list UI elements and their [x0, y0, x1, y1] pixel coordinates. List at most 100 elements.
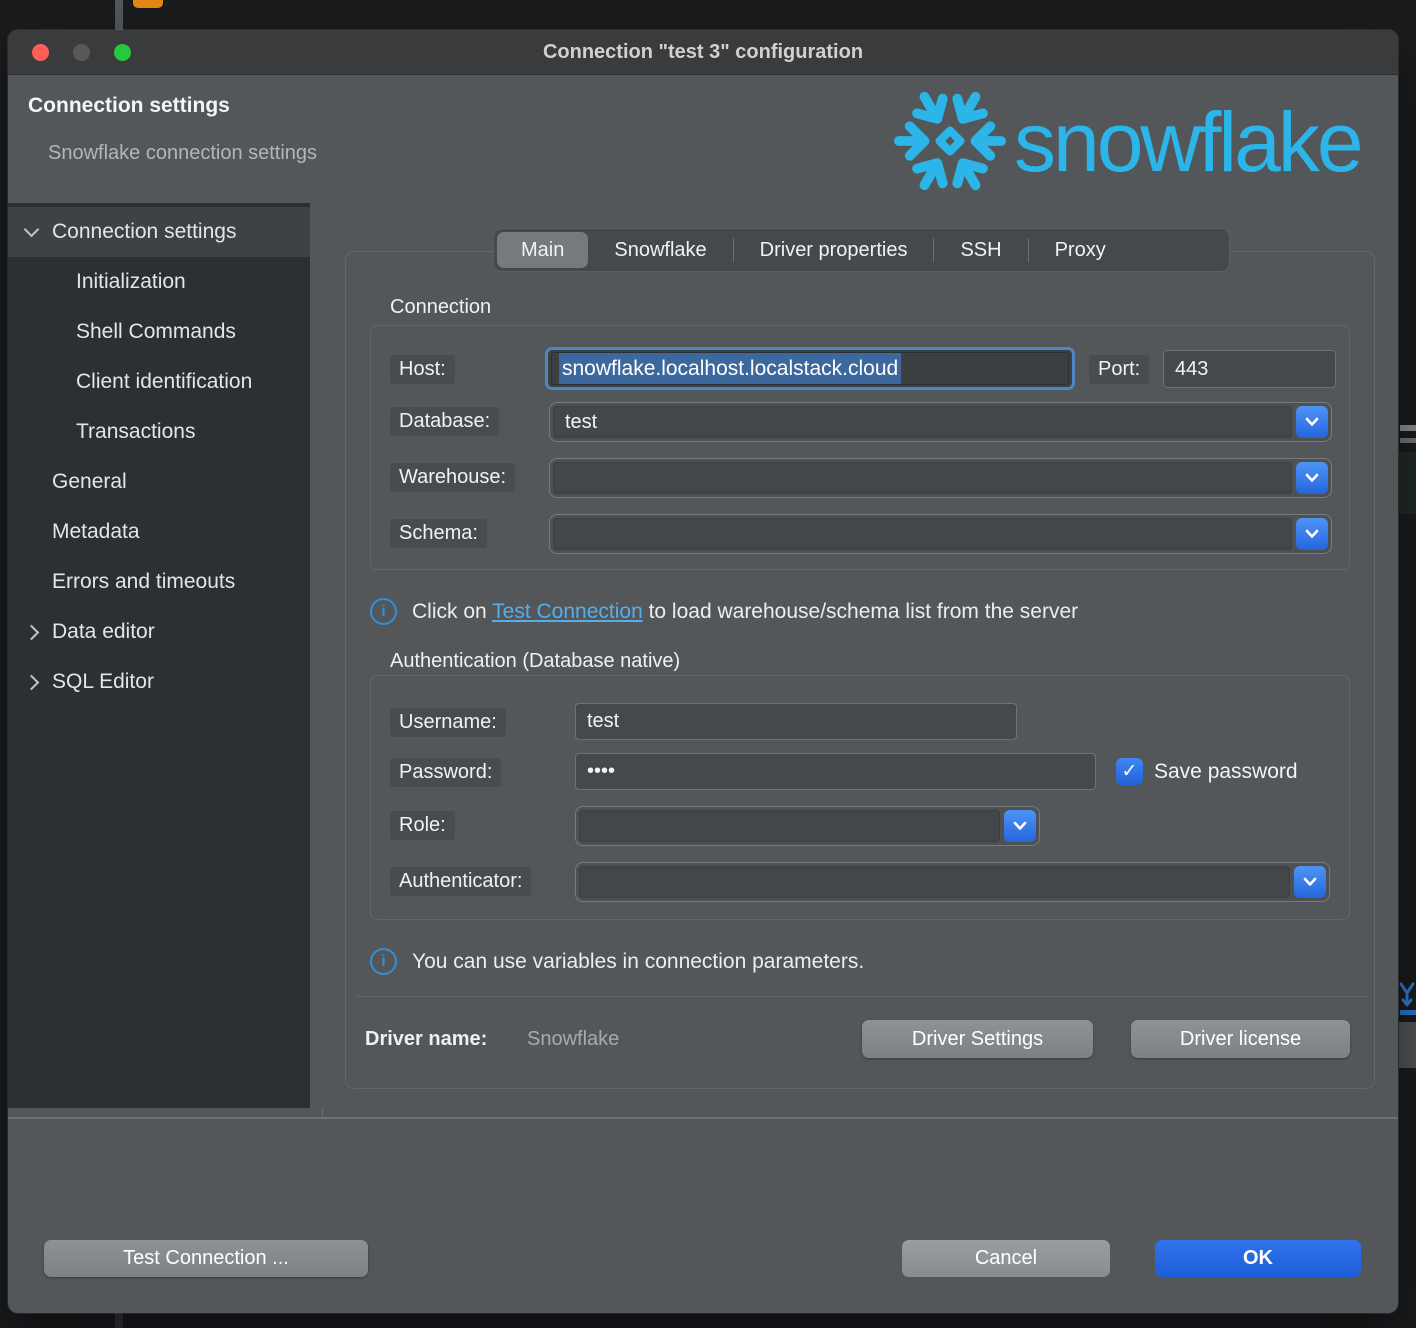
tab-driver-properties[interactable]: Driver properties	[736, 232, 932, 268]
authenticator-combo-dropdown-button[interactable]	[1294, 866, 1326, 898]
username-input[interactable]: test	[575, 703, 1017, 740]
check-icon: ✓	[1122, 760, 1138, 783]
chevron-down-icon	[1303, 877, 1317, 887]
tab-main[interactable]: Main	[497, 232, 588, 268]
driver-settings-button[interactable]: Driver Settings	[862, 1020, 1093, 1058]
driver-name-label: Driver name:	[365, 1028, 487, 1051]
close-window-button[interactable]	[32, 44, 49, 61]
info-icon: i	[370, 598, 397, 625]
chevron-down-icon[interactable]	[24, 222, 40, 238]
authentication-group-label: Authentication (Database native)	[390, 650, 680, 673]
host-label: Host:	[390, 355, 455, 384]
schema-combo-dropdown-button[interactable]	[1296, 518, 1328, 550]
schema-combo[interactable]	[549, 514, 1332, 554]
title-bar[interactable]: Connection "test 3" configuration	[8, 30, 1398, 75]
minimize-window-button[interactable]	[73, 44, 90, 61]
background-editor-edge	[1399, 452, 1416, 514]
password-value: ••••	[587, 760, 615, 783]
snowflake-logo-wordmark: snowflake	[1014, 92, 1398, 192]
info-icon: i	[370, 948, 397, 975]
settings-tree: Connection settings Initialization Shell…	[8, 203, 310, 1108]
sidebar-item-data-editor[interactable]: Data editor	[8, 607, 310, 657]
schema-combo-value[interactable]	[553, 518, 1292, 550]
tab-ssh[interactable]: SSH	[936, 232, 1025, 268]
background-accent-edge	[1400, 1010, 1416, 1015]
save-password-label: Save password	[1154, 760, 1298, 784]
background-toolbar-edge	[1400, 438, 1416, 443]
connection-configuration-dialog: Connection "test 3" configuration Connec…	[8, 30, 1398, 1313]
sidebar-item-client-identification[interactable]: Client identification	[8, 357, 310, 407]
background-divider	[115, 1313, 123, 1328]
database-combo-value[interactable]: test	[553, 406, 1292, 438]
sidebar-item-errors-and-timeouts[interactable]: Errors and timeouts	[8, 557, 310, 607]
tab-separator	[733, 238, 734, 262]
password-input[interactable]: ••••	[575, 753, 1096, 790]
sidebar-item-sql-editor[interactable]: SQL Editor	[8, 657, 310, 707]
traffic-lights	[32, 44, 131, 61]
warehouse-combo-dropdown-button[interactable]	[1296, 462, 1328, 494]
driver-name-value: Snowflake	[527, 1028, 619, 1051]
authenticator-combo[interactable]	[575, 862, 1330, 902]
save-password-checkbox[interactable]: ✓	[1116, 758, 1143, 785]
password-label: Password:	[390, 758, 501, 787]
username-label: Username:	[390, 708, 506, 737]
database-combo[interactable]: test	[549, 402, 1332, 442]
chevron-right-icon[interactable]	[24, 625, 40, 641]
page-title: Connection settings	[28, 94, 230, 118]
footer-divider	[8, 1117, 1398, 1119]
warehouse-combo[interactable]	[549, 458, 1332, 498]
cancel-button[interactable]: Cancel	[902, 1240, 1110, 1277]
window-title: Connection "test 3" configuration	[543, 41, 863, 64]
chevron-down-icon	[1305, 417, 1319, 427]
test-connection-hint: i Click on Test Connection to load wareh…	[370, 598, 1078, 625]
background-divider	[115, 0, 123, 30]
username-value: test	[587, 710, 619, 733]
tab-bar: Main Snowflake Driver properties SSH Pro…	[493, 228, 1230, 272]
port-input[interactable]: 443	[1163, 350, 1336, 388]
zoom-window-button[interactable]	[114, 44, 131, 61]
host-input-text-area: snowflake.localhost.localstack.cloud	[551, 352, 1069, 385]
sidebar-item-connection-settings[interactable]: Connection settings	[8, 207, 310, 257]
test-connection-link[interactable]: Test Connection	[492, 600, 643, 623]
warehouse-combo-value[interactable]	[553, 462, 1292, 494]
authenticator-combo-value[interactable]	[579, 866, 1290, 898]
role-combo-dropdown-button[interactable]	[1004, 810, 1036, 842]
sidebar-item-general[interactable]: General	[8, 457, 310, 507]
schema-label: Schema:	[390, 519, 487, 548]
background-panel-edge	[1399, 1022, 1416, 1068]
variables-hint: i You can use variables in connection pa…	[370, 948, 864, 975]
background-branch-icon	[1398, 982, 1416, 1008]
warehouse-label: Warehouse:	[390, 463, 515, 492]
sidebar-item-initialization[interactable]: Initialization	[8, 257, 310, 307]
tab-snowflake[interactable]: Snowflake	[590, 232, 730, 268]
ok-button[interactable]: OK	[1155, 1240, 1361, 1277]
tab-proxy[interactable]: Proxy	[1031, 232, 1130, 268]
connection-group-label: Connection	[390, 296, 491, 319]
hint-text: You can use variables in connection para…	[412, 950, 864, 974]
sidebar-item-shell-commands[interactable]: Shell Commands	[8, 307, 310, 357]
role-combo-value[interactable]	[579, 810, 1000, 842]
port-value: 443	[1175, 358, 1208, 381]
test-connection-button[interactable]: Test Connection ...	[44, 1240, 368, 1277]
tab-separator	[933, 238, 934, 262]
sidebar-item-metadata[interactable]: Metadata	[8, 507, 310, 557]
role-label: Role:	[390, 811, 455, 840]
chevron-down-icon	[1305, 529, 1319, 539]
background-toolbar-edge	[1400, 425, 1416, 431]
chevron-right-icon[interactable]	[24, 675, 40, 691]
driver-divider	[357, 996, 1367, 997]
chevron-down-icon	[1013, 821, 1027, 831]
role-combo[interactable]	[575, 806, 1040, 846]
background-app-icon	[133, 0, 163, 8]
sidebar-item-transactions[interactable]: Transactions	[8, 407, 310, 457]
tab-separator	[1028, 238, 1029, 262]
database-combo-dropdown-button[interactable]	[1296, 406, 1328, 438]
port-label: Port:	[1089, 355, 1149, 384]
driver-license-button[interactable]: Driver license	[1131, 1020, 1350, 1058]
host-input[interactable]: snowflake.localhost.localstack.cloud	[545, 347, 1075, 390]
authenticator-label: Authenticator:	[390, 867, 531, 896]
page-subtitle: Snowflake connection settings	[48, 142, 317, 165]
chevron-down-icon	[1305, 473, 1319, 483]
host-value: snowflake.localhost.localstack.cloud	[559, 353, 901, 385]
database-label: Database:	[390, 407, 499, 436]
